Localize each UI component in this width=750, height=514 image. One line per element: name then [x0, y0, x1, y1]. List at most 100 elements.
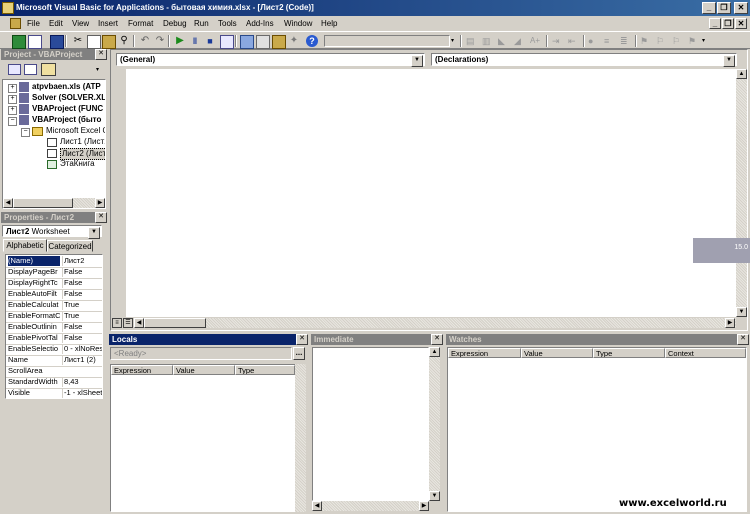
project-panel-title[interactable]: Project - VBAProject — [1, 49, 107, 60]
column-header-context[interactable]: Context — [665, 348, 746, 358]
toggle-bookmark-icon[interactable]: ⚑ — [640, 35, 652, 47]
tree-collapse-icon[interactable]: − — [8, 117, 17, 126]
tree-item-excel-objects[interactable]: Microsoft Excel O — [46, 126, 105, 136]
undo-icon[interactable]: ↶ — [139, 35, 151, 47]
immediate-editor[interactable] — [312, 347, 429, 501]
menu-run[interactable]: Run — [194, 18, 209, 29]
toolbar-options-chevron-icon[interactable]: ▾ — [451, 35, 457, 47]
full-module-view-icon[interactable]: ☰ — [123, 318, 133, 328]
margin-indicator-bar[interactable] — [112, 69, 126, 317]
menu-debug[interactable]: Debug — [163, 18, 187, 29]
quick-info-icon[interactable]: ◣ — [498, 35, 510, 47]
tree-item-solver[interactable]: Solver (SOLVER.XL — [32, 93, 105, 103]
menu-format[interactable]: Format — [128, 18, 153, 29]
tree-item-sheet1[interactable]: Лист1 (Лист1 — [60, 137, 105, 147]
watches-panel-title[interactable]: Watches — [446, 334, 748, 345]
tree-expand-icon[interactable]: + — [8, 95, 17, 104]
locals-vscrollbar[interactable] — [295, 364, 306, 512]
save-icon[interactable] — [50, 35, 64, 49]
restore-button[interactable]: ❐ — [717, 2, 731, 14]
paste-icon[interactable] — [102, 35, 116, 49]
indent-icon[interactable]: ⇥ — [552, 35, 564, 47]
list-properties-icon[interactable]: ▤ — [466, 35, 478, 47]
project-toolbar-chevron-icon[interactable]: ▾ — [96, 64, 104, 76]
view-code-icon[interactable] — [8, 64, 21, 75]
scroll-right-icon[interactable]: ▶ — [419, 501, 429, 511]
toggle-breakpoint-icon[interactable]: ● — [588, 35, 600, 47]
column-header-type[interactable]: Type — [593, 348, 665, 358]
scroll-left-icon[interactable]: ◀ — [134, 318, 144, 328]
code-hscrollbar[interactable] — [134, 318, 736, 328]
run-icon[interactable]: ▶ — [174, 35, 186, 47]
complete-word-icon[interactable]: A+ — [530, 35, 542, 47]
tree-item-vbaproject-main[interactable]: VBAProject (быто — [32, 115, 101, 125]
tree-collapse-icon[interactable]: − — [21, 128, 30, 137]
excel-icon[interactable] — [10, 18, 21, 29]
tree-expand-icon[interactable]: + — [8, 106, 17, 115]
menu-window[interactable]: Window — [284, 18, 312, 29]
code-vscrollbar[interactable] — [736, 69, 747, 317]
outdent-icon[interactable]: ⇤ — [568, 35, 580, 47]
next-bookmark-icon[interactable]: ⚐ — [656, 35, 668, 47]
scroll-up-icon[interactable]: ▲ — [429, 347, 440, 357]
doc-restore-button[interactable]: ❐ — [722, 18, 734, 29]
toolbox-icon[interactable]: ✦ — [288, 35, 300, 47]
dropdown-arrow-icon[interactable]: ▼ — [411, 55, 423, 67]
minimize-button[interactable]: _ — [702, 2, 716, 14]
column-header-value[interactable]: Value — [173, 365, 235, 375]
column-header-expression[interactable]: Expression — [111, 365, 173, 375]
dropdown-arrow-icon[interactable]: ▼ — [88, 227, 100, 239]
design-mode-icon[interactable] — [220, 35, 234, 49]
code-scroll-thumb[interactable] — [144, 318, 206, 328]
project-scroll-thumb[interactable] — [13, 198, 73, 208]
scroll-right-icon[interactable]: ▶ — [95, 198, 105, 208]
column-header-type[interactable]: Type — [235, 365, 295, 375]
tab-alphabetic[interactable]: Alphabetic — [3, 239, 47, 252]
insert-userform-icon[interactable] — [28, 35, 42, 49]
dropdown-arrow-icon[interactable]: ▼ — [723, 55, 735, 67]
close-button[interactable]: ✕ — [734, 2, 748, 14]
doc-close-button[interactable]: ✕ — [735, 18, 747, 29]
window-title-bar[interactable]: Microsoft Visual Basic for Applications … — [0, 0, 750, 16]
comment-block-icon[interactable]: ≡ — [604, 35, 616, 47]
list-constants-icon[interactable]: ▥ — [482, 35, 494, 47]
tree-item-vbaproject-func[interactable]: VBAProject (FUNC — [32, 104, 103, 114]
copy-icon[interactable] — [87, 35, 101, 49]
scroll-right-icon[interactable]: ▶ — [725, 318, 735, 328]
menu-help[interactable]: Help — [321, 18, 337, 29]
immediate-panel-title[interactable]: Immediate — [311, 334, 442, 345]
menu-edit[interactable]: Edit — [49, 18, 63, 29]
menu-insert[interactable]: Insert — [98, 18, 118, 29]
project-explorer-icon[interactable] — [240, 35, 254, 49]
menu-add-ins[interactable]: Add-Ins — [246, 18, 274, 29]
uncomment-block-icon[interactable]: ≣ — [620, 35, 632, 47]
reset-icon[interactable]: ■ — [204, 35, 216, 47]
tree-item-thisworkbook[interactable]: ЭтаКнига — [60, 159, 95, 169]
parameter-info-icon[interactable]: ◢ — [514, 35, 526, 47]
object-selector[interactable]: Лист2 Worksheet ▼ — [2, 225, 102, 239]
scroll-up-icon[interactable]: ▲ — [736, 69, 747, 79]
clear-bookmarks-icon[interactable]: ⚑ — [688, 35, 700, 47]
locals-close-button[interactable]: ✕ — [296, 334, 308, 345]
cut-icon[interactable]: ✂ — [72, 35, 84, 47]
doc-minimize-button[interactable]: _ — [709, 18, 721, 29]
watches-close-button[interactable]: ✕ — [737, 334, 749, 345]
menu-tools[interactable]: Tools — [218, 18, 237, 29]
view-excel-icon[interactable] — [12, 35, 26, 49]
immediate-vscrollbar[interactable] — [429, 347, 440, 501]
code-editor[interactable] — [112, 69, 736, 317]
call-stack-button[interactable]: ... — [293, 347, 305, 360]
locals-panel-title[interactable]: Locals — [109, 334, 307, 345]
object-combo[interactable]: (General) ▼ — [116, 53, 425, 67]
vba-app-icon[interactable] — [2, 2, 14, 14]
tree-expand-icon[interactable]: + — [8, 84, 17, 93]
redo-icon[interactable]: ↷ — [154, 35, 166, 47]
menu-file[interactable]: File — [27, 18, 40, 29]
menu-view[interactable]: View — [72, 18, 89, 29]
property-row[interactable]: Visible -1 - xlSheetV — [6, 388, 102, 398]
scroll-down-icon[interactable]: ▼ — [429, 491, 440, 501]
column-header-expression[interactable]: Expression — [448, 348, 521, 358]
immediate-close-button[interactable]: ✕ — [431, 334, 443, 345]
procedure-view-icon[interactable]: ≡ — [112, 318, 122, 328]
properties-panel-title[interactable]: Properties - Лист2 — [1, 212, 107, 223]
